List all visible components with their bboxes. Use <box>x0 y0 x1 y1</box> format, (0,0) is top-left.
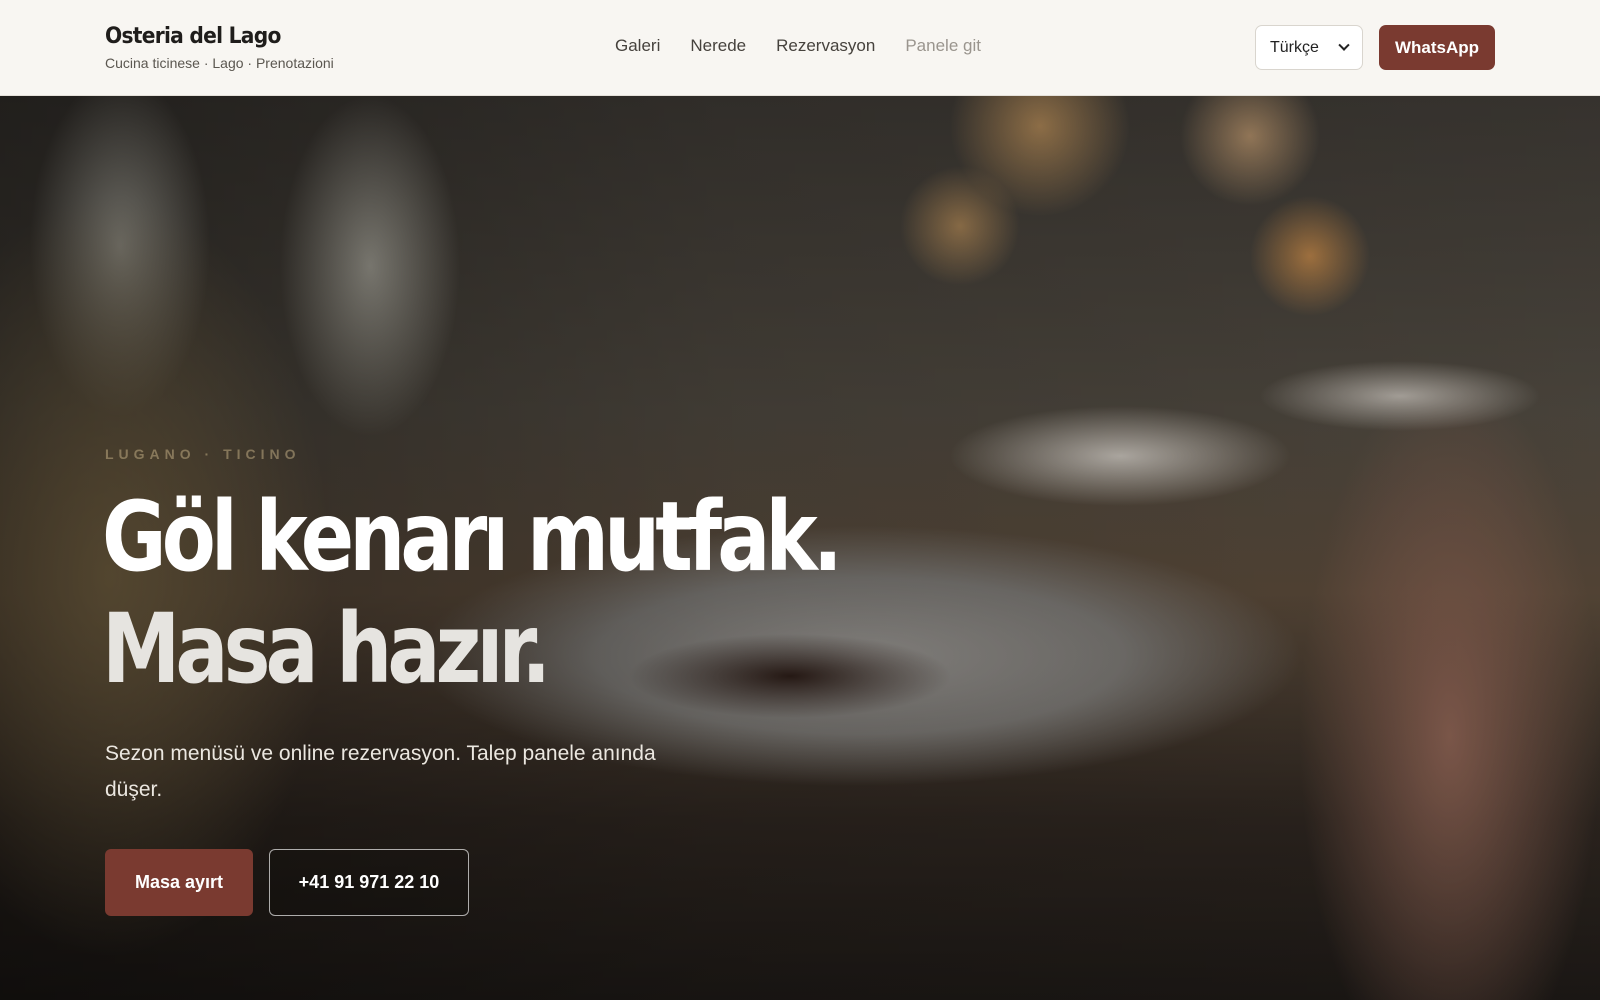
hero-headline: Göl kenarı mutfak. Masa hazır. <box>102 481 843 705</box>
hero-headline-line1: Göl kenarı mutfak. <box>102 481 843 593</box>
language-select[interactable]: Türkçe <box>1255 25 1363 70</box>
hero-section: LUGANO · TICINO Göl kenarı mutfak. Masa … <box>0 96 1600 1000</box>
nav-item-galeri[interactable]: Galeri <box>615 36 660 56</box>
chevron-down-icon <box>1338 39 1350 51</box>
brand-name[interactable]: Osteria del Lago <box>105 24 315 49</box>
site-header: Osteria del Lago Cucina ticinese · Lago … <box>0 0 1600 96</box>
hero-subtitle: Sezon menüsü ve online rezervasyon. Tale… <box>105 742 656 801</box>
main-nav: Galeri Nerede Rezervasyon Panele git <box>615 36 981 56</box>
hero-eyebrow: LUGANO · TICINO <box>105 446 301 462</box>
phone-button[interactable]: +41 91 971 22 10 <box>269 849 469 916</box>
reserve-table-button[interactable]: Masa ayırt <box>105 849 253 916</box>
nav-item-panele-git[interactable]: Panele git <box>905 36 981 56</box>
nav-item-rezervasyon[interactable]: Rezervasyon <box>776 36 875 56</box>
language-select-value: Türkçe <box>1270 38 1319 56</box>
brand-tagline: Cucina ticinese · Lago · Prenotazioni <box>105 55 334 71</box>
whatsapp-button[interactable]: WhatsApp <box>1379 25 1495 70</box>
hero-headline-line2: Masa hazır. <box>102 593 551 705</box>
brand[interactable]: Osteria del Lago Cucina ticinese · Lago … <box>105 24 334 71</box>
nav-item-nerede[interactable]: Nerede <box>690 36 746 56</box>
